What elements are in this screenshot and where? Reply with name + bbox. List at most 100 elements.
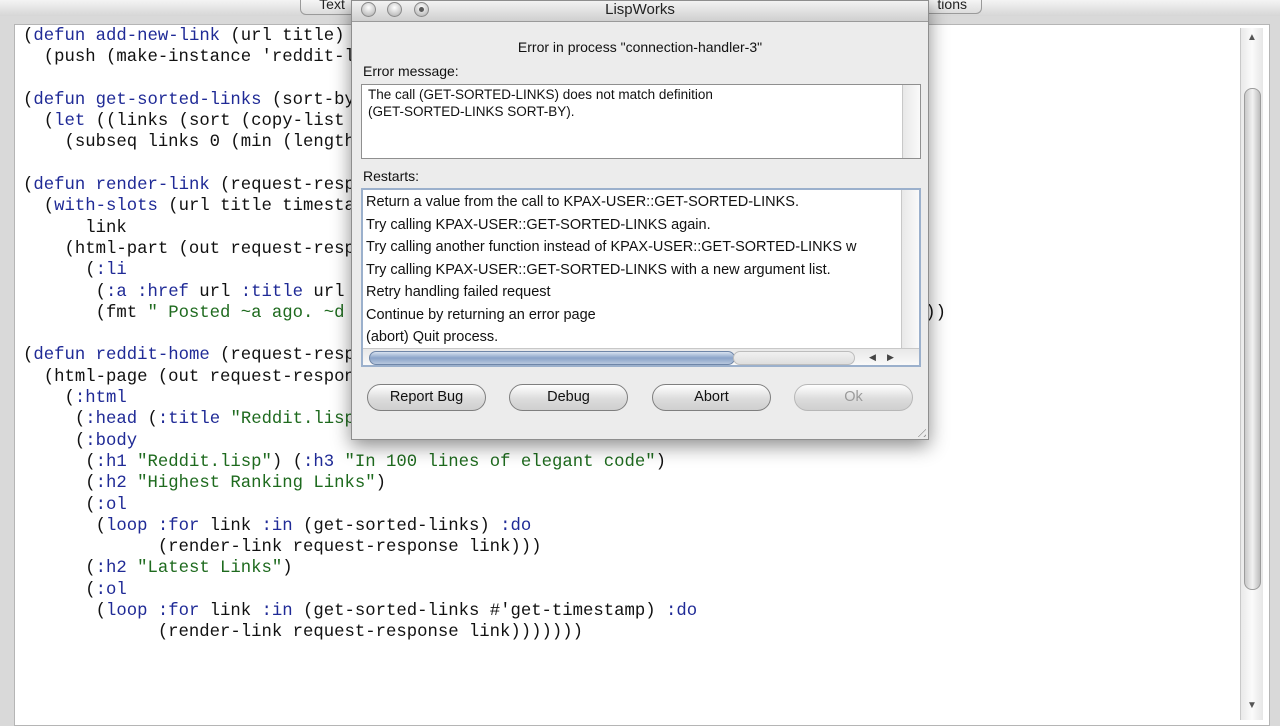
code-token: (request-respo bbox=[209, 176, 366, 196]
code-line: (:ol bbox=[23, 581, 127, 600]
restart-item[interactable]: Try calling another function instead of … bbox=[366, 236, 901, 258]
code-line: (html-page (out request-respons bbox=[23, 367, 366, 387]
code-token: (url title timestam bbox=[157, 197, 366, 217]
resize-grip-icon[interactable] bbox=[914, 425, 926, 437]
code-token: ( bbox=[23, 197, 55, 217]
restarts-label: Restarts: bbox=[363, 168, 420, 184]
code-token: ( bbox=[23, 559, 96, 579]
code-token: :title bbox=[157, 410, 221, 430]
code-token: :h1 bbox=[95, 452, 127, 472]
code-token: :title bbox=[240, 282, 304, 302]
code-line: link bbox=[23, 219, 127, 238]
code-line: (:h1 "Reddit.lisp") (:h3 "In 100 lines o… bbox=[23, 453, 666, 472]
error-message-box[interactable]: The call (GET-SORTED-LINKS) does not mat… bbox=[361, 84, 921, 159]
restarts-list[interactable]: Return a value from the call to KPAX-USE… bbox=[361, 188, 921, 367]
debug-button[interactable]: Debug bbox=[509, 384, 628, 411]
code-token: ( bbox=[23, 452, 96, 472]
code-token: ( bbox=[23, 90, 34, 110]
dialog-title: LispWorks bbox=[605, 1, 675, 18]
code-token: add-new-link bbox=[95, 27, 221, 46]
error-message-text: The call (GET-SORTED-LINKS) does not mat… bbox=[368, 87, 713, 119]
code-token: :for bbox=[157, 516, 200, 536]
code-token: ( bbox=[23, 27, 34, 46]
code-token: defun bbox=[33, 346, 86, 366]
code-token: :ol bbox=[95, 580, 127, 600]
code-token: ( bbox=[23, 602, 106, 622]
code-token: defun bbox=[33, 27, 86, 46]
code-token: :ol bbox=[95, 495, 127, 515]
code-token: "Reddit.lisp" bbox=[137, 452, 272, 472]
code-token: (sort-by) bbox=[261, 90, 366, 110]
restart-item[interactable]: (abort) Quit process. bbox=[366, 326, 901, 348]
code-token: :for bbox=[157, 602, 200, 622]
restarts-horizontal-scrollbar[interactable]: ◀ ▶ bbox=[363, 348, 919, 365]
code-line: (:ol bbox=[23, 496, 127, 515]
code-line: (:h2 "Latest Links") bbox=[23, 559, 293, 579]
code-token: ) bbox=[282, 559, 293, 579]
code-token: (html-page (out request-respons bbox=[23, 367, 366, 387]
code-token: defun bbox=[33, 176, 86, 196]
code-token: ) ( bbox=[271, 452, 304, 472]
error-heading: Error in process "connection-handler-3" bbox=[517, 39, 763, 55]
code-token: ( bbox=[137, 410, 158, 430]
restart-item[interactable]: Return a value from the call to KPAX-USE… bbox=[366, 191, 901, 213]
code-token: ( bbox=[23, 410, 86, 430]
restart-item[interactable]: Try calling KPAX-USER::GET-SORTED-LINKS … bbox=[366, 259, 901, 281]
code-line: (defun add-new-link (url title) bbox=[23, 27, 345, 46]
code-token: (render-link request-response link))) bbox=[23, 538, 542, 558]
code-token: :html bbox=[74, 389, 127, 409]
restarts-scroll-thumb[interactable] bbox=[369, 351, 735, 365]
code-token: ( bbox=[23, 580, 96, 600]
restart-item[interactable]: Continue by returning an error page bbox=[366, 304, 901, 326]
code-token: (html-part (out request-respo bbox=[23, 239, 366, 259]
code-line: (loop :for link :in (get-sorted-links #'… bbox=[23, 602, 698, 622]
code-line: (with-slots (url title timestam bbox=[23, 197, 366, 217]
code-token: :h2 bbox=[95, 559, 127, 579]
error-message-scrollbar[interactable] bbox=[902, 85, 920, 158]
restarts-vertical-scrollbar[interactable] bbox=[901, 190, 919, 348]
scroll-down-arrow-icon[interactable]: ▼ bbox=[1247, 700, 1257, 711]
code-token: :in bbox=[261, 602, 293, 622]
code-line: (:h2 "Highest Ranking Links") bbox=[23, 474, 386, 493]
code-token: ( bbox=[23, 261, 96, 281]
code-token: "In 100 lines of elegant code" bbox=[344, 452, 656, 472]
code-token: ( bbox=[23, 346, 34, 366]
code-token: (url title) bbox=[220, 27, 345, 46]
dialog-titlebar[interactable]: LispWorks bbox=[352, 1, 928, 22]
code-token: ( bbox=[23, 431, 86, 451]
restarts-scroll-track bbox=[733, 351, 855, 365]
code-line: (let ((links (sort (copy-list * bbox=[23, 112, 366, 132]
restart-item[interactable]: Try calling KPAX-USER::GET-SORTED-LINKS … bbox=[366, 214, 901, 236]
code-token: :do bbox=[666, 602, 698, 622]
code-token: loop bbox=[105, 602, 148, 622]
restart-item[interactable]: Retry handling failed request bbox=[366, 281, 901, 303]
code-token: ) bbox=[375, 474, 386, 494]
code-token: ( bbox=[23, 495, 96, 515]
scroll-right-arrow-icon[interactable]: ▶ bbox=[887, 349, 894, 365]
code-token: :h3 bbox=[303, 452, 335, 472]
code-token: (subseq links 0 (min (length bbox=[23, 133, 355, 153]
code-token: ( bbox=[23, 389, 75, 409]
editor-vertical-scrollbar[interactable]: ▲ ▼ bbox=[1240, 28, 1263, 720]
code-line: (:html bbox=[23, 389, 127, 409]
scroll-up-arrow-icon[interactable]: ▲ bbox=[1247, 32, 1257, 43]
code-line: (defun get-sorted-links (sort-by) bbox=[23, 91, 365, 110]
report-bug-button[interactable]: Report Bug bbox=[367, 384, 486, 411]
code-line: (:a :href url :title url ( bbox=[23, 282, 366, 302]
code-line: (subseq links 0 (min (length bbox=[23, 133, 355, 153]
code-token: ( bbox=[23, 474, 96, 494]
code-line: (defun reddit-home (request-respo bbox=[23, 346, 365, 365]
code-token: (get-sorted-links #'get-timestamp) bbox=[292, 602, 667, 622]
code-token: (request-respo bbox=[209, 346, 366, 366]
editor-scroll-thumb[interactable] bbox=[1244, 88, 1261, 590]
code-line: (:body bbox=[23, 432, 137, 451]
code-token: " Posted ~a ago. ~d p bbox=[147, 303, 366, 323]
scroll-left-arrow-icon[interactable]: ◀ bbox=[869, 349, 876, 365]
code-token: ( bbox=[23, 112, 55, 132]
abort-button[interactable]: Abort bbox=[652, 384, 771, 411]
code-line: (defun render-link (request-respo bbox=[23, 176, 365, 195]
